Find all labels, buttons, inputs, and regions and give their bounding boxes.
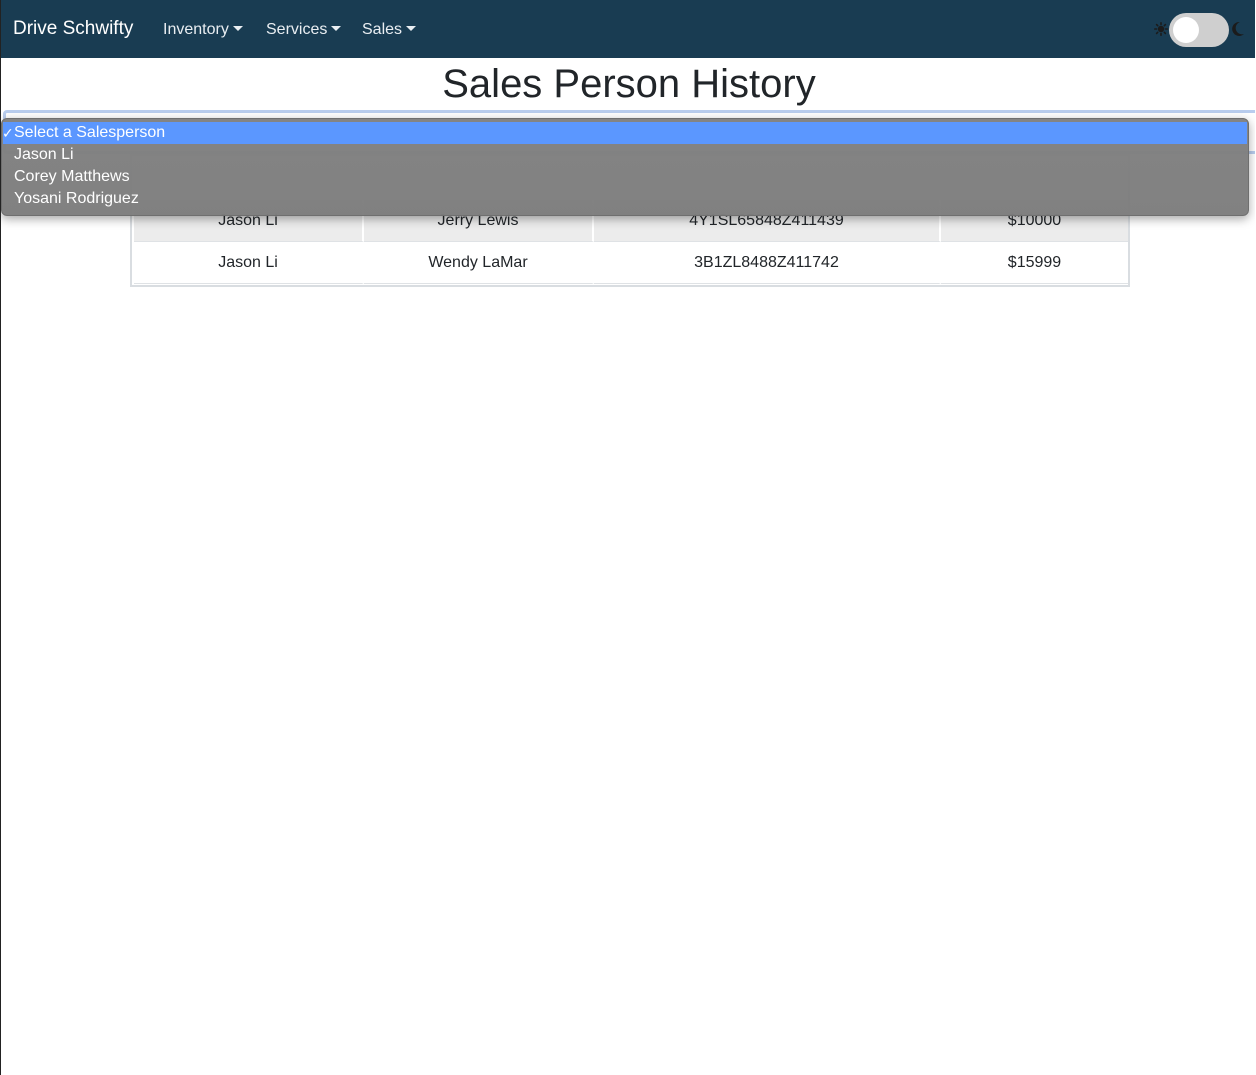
option-label: Jason Li bbox=[14, 146, 74, 163]
option-jason-li[interactable]: Jason Li bbox=[3, 144, 1247, 166]
top-navbar: Drive Schwifty Inventory Services Sales bbox=[1, 0, 1255, 58]
option-yosani-rodriguez[interactable]: Yosani Rodriguez bbox=[3, 188, 1247, 210]
cell-price: $15999 bbox=[941, 242, 1128, 284]
sun-icon bbox=[1154, 22, 1168, 36]
brand-link[interactable]: Drive Schwifty bbox=[13, 17, 133, 41]
option-label: Corey Matthews bbox=[14, 168, 130, 185]
cell-vin: 3B1ZL8488Z411742 bbox=[594, 242, 941, 284]
table-row: Jason Li Wendy LaMar 3B1ZL8488Z411742 $1… bbox=[134, 242, 1128, 284]
salesperson-dropdown-menu: ✓ Select a Salesperson Jason Li Corey Ma… bbox=[1, 118, 1249, 216]
nav-dropdown-label: Inventory bbox=[163, 21, 229, 38]
caret-down-icon bbox=[406, 26, 417, 31]
cell-customer: Wendy LaMar bbox=[364, 242, 594, 284]
theme-switch[interactable] bbox=[1169, 13, 1229, 47]
option-label: Yosani Rodriguez bbox=[14, 190, 139, 207]
checkmark-icon: ✓ bbox=[2, 125, 14, 141]
option-select-a-salesperson[interactable]: ✓ Select a Salesperson bbox=[2, 122, 1247, 144]
nav-dropdown-inventory[interactable]: Inventory bbox=[163, 20, 243, 40]
page-title: Sales Person History bbox=[442, 62, 816, 106]
cell-salesperson: Jason Li bbox=[134, 242, 364, 284]
option-label: Select a Salesperson bbox=[14, 124, 166, 141]
nav-dropdown-label: Sales bbox=[362, 21, 403, 38]
caret-down-icon bbox=[232, 26, 243, 31]
theme-toggle bbox=[1151, 12, 1251, 48]
option-corey-matthews[interactable]: Corey Matthews bbox=[3, 166, 1247, 188]
moon-icon bbox=[1232, 21, 1244, 36]
page: Drive Schwifty Inventory Services Sales bbox=[0, 0, 1255, 1075]
switch-knob bbox=[1173, 17, 1199, 43]
nav-dropdown-services[interactable]: Services bbox=[266, 20, 342, 40]
caret-down-icon bbox=[331, 26, 342, 31]
nav-dropdown-label: Services bbox=[266, 21, 328, 38]
nav-dropdown-sales[interactable]: Sales bbox=[362, 20, 417, 40]
